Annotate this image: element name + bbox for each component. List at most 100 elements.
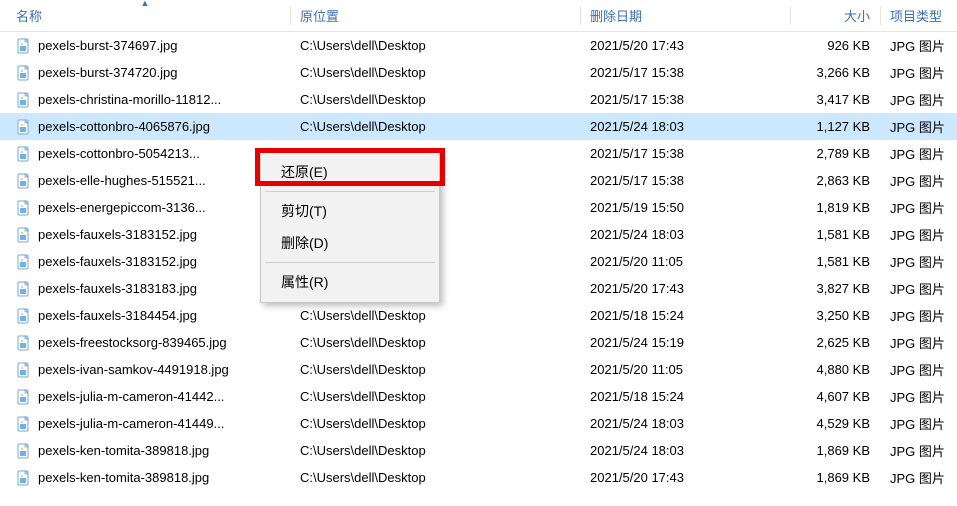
file-name: pexels-burst-374697.jpg: [38, 38, 177, 53]
header-size[interactable]: 大小: [790, 0, 880, 31]
file-date: 2021/5/24 18:03: [580, 443, 790, 458]
table-row[interactable]: pexels-julia-m-cameron-41449...C:\Users\…: [0, 410, 957, 437]
file-name: pexels-cottonbro-4065876.jpg: [38, 119, 210, 134]
file-type: JPG 图片: [880, 171, 957, 190]
table-row[interactable]: pexels-energepiccom-3136...C:\Users\dell…: [0, 194, 957, 221]
image-file-icon: [16, 173, 32, 189]
file-type: JPG 图片: [880, 333, 957, 352]
file-location: C:\Users\dell\Desktop: [290, 119, 580, 134]
image-file-icon: [16, 281, 32, 297]
ctx-separator: [265, 262, 435, 263]
header-name[interactable]: ▲ 名称: [0, 0, 290, 31]
table-row[interactable]: pexels-fauxels-3183152.jpgC:\Users\dell\…: [0, 221, 957, 248]
table-row[interactable]: pexels-elle-hughes-515521...C:\Users\del…: [0, 167, 957, 194]
file-size: 1,581 KB: [790, 227, 880, 242]
ctx-restore[interactable]: 还原(E): [263, 156, 437, 188]
file-date: 2021/5/20 17:43: [580, 38, 790, 53]
file-type: JPG 图片: [880, 279, 957, 298]
file-type: JPG 图片: [880, 387, 957, 406]
file-date: 2021/5/17 15:38: [580, 146, 790, 161]
file-size: 1,869 KB: [790, 470, 880, 485]
table-row[interactable]: pexels-ivan-samkov-4491918.jpg C:\Users\d…: [0, 356, 957, 383]
file-date: 2021/5/17 15:38: [580, 65, 790, 80]
table-row[interactable]: pexels-cottonbro-4065876.jpg C:\Users\del…: [0, 113, 957, 140]
table-row[interactable]: pexels-julia-m-cameron-41442... C:\Users\…: [0, 383, 957, 410]
table-row[interactable]: pexels-christina-morillo-11812...C:\User…: [0, 86, 957, 113]
file-type: JPG 图片: [880, 468, 957, 487]
file-date: 2021/5/18 15:24: [580, 308, 790, 323]
header-date-label: 删除日期: [590, 6, 642, 25]
file-name: pexels-freestocksorg-839465.jpg: [38, 335, 227, 350]
header-type-label: 项目类型: [890, 6, 942, 25]
table-row[interactable]: pexels-burst-374720.jpgC:\Users\dell\Des…: [0, 59, 957, 86]
file-type: JPG 图片: [880, 198, 957, 217]
file-size: 3,250 KB: [790, 308, 880, 323]
table-row[interactable]: pexels-cottonbro-5054213...C:\Users\dell…: [0, 140, 957, 167]
ctx-properties[interactable]: 属性(R): [263, 266, 437, 298]
table-row[interactable]: pexels-fauxels-3183183.jpgC:\Users\dell\…: [0, 275, 957, 302]
file-date: 2021/5/24 15:19: [580, 335, 790, 350]
context-menu: 还原(E) 剪切(T) 删除(D) 属性(R): [260, 151, 440, 303]
file-date: 2021/5/18 15:24: [580, 389, 790, 404]
header-date-deleted[interactable]: 删除日期: [580, 0, 790, 31]
file-name: pexels-ivan-samkov-4491918.jpg: [38, 362, 229, 377]
file-type: JPG 图片: [880, 36, 957, 55]
file-date: 2021/5/20 17:43: [580, 281, 790, 296]
file-date: 2021/5/20 17:43: [580, 470, 790, 485]
file-list: ▲ 名称 原位置 删除日期 大小 项目类型 pexels-burst-37469…: [0, 0, 957, 491]
table-row[interactable]: pexels-freestocksorg-839465.jpg C:\Users\…: [0, 329, 957, 356]
file-type: JPG 图片: [880, 441, 957, 460]
file-location: C:\Users\dell\Desktop: [290, 389, 580, 404]
file-name: pexels-cottonbro-5054213...: [38, 146, 200, 161]
image-file-icon: [16, 227, 32, 243]
file-date: 2021/5/24 18:03: [580, 416, 790, 431]
file-type: JPG 图片: [880, 414, 957, 433]
file-date: 2021/5/17 15:38: [580, 173, 790, 188]
file-date: 2021/5/19 15:50: [580, 200, 790, 215]
column-headers: ▲ 名称 原位置 删除日期 大小 项目类型: [0, 0, 957, 32]
file-name: pexels-julia-m-cameron-41442...: [38, 389, 224, 404]
table-row[interactable]: pexels-ken-tomita-389818.jpgC:\Users\del…: [0, 464, 957, 491]
file-type: JPG 图片: [880, 90, 957, 109]
file-size: 3,827 KB: [790, 281, 880, 296]
file-size: 3,266 KB: [790, 65, 880, 80]
file-location: C:\Users\dell\Desktop: [290, 362, 580, 377]
ctx-delete[interactable]: 删除(D): [263, 227, 437, 259]
header-item-type[interactable]: 项目类型: [880, 0, 957, 31]
table-row[interactable]: pexels-ken-tomita-389818.jpgC:\Users\del…: [0, 437, 957, 464]
file-size: 1,127 KB: [790, 119, 880, 134]
image-file-icon: [16, 308, 32, 324]
image-file-icon: [16, 200, 32, 216]
file-size: 1,819 KB: [790, 200, 880, 215]
file-name: pexels-fauxels-3184454.jpg: [38, 308, 197, 323]
file-location: C:\Users\dell\Desktop: [290, 335, 580, 350]
file-date: 2021/5/24 18:03: [580, 227, 790, 242]
file-name: pexels-fauxels-3183152.jpg: [38, 254, 197, 269]
header-loc-label: 原位置: [300, 6, 339, 25]
file-date: 2021/5/20 11:05: [580, 362, 790, 377]
file-size: 3,417 KB: [790, 92, 880, 107]
header-size-label: 大小: [844, 6, 870, 25]
file-name: pexels-ken-tomita-389818.jpg: [38, 443, 209, 458]
table-row[interactable]: pexels-fauxels-3184454.jpgC:\Users\dell\…: [0, 302, 957, 329]
file-size: 4,529 KB: [790, 416, 880, 431]
file-date: 2021/5/20 11:05: [580, 254, 790, 269]
file-location: C:\Users\dell\Desktop: [290, 416, 580, 431]
image-file-icon: [16, 119, 32, 135]
table-row[interactable]: pexels-fauxels-3183152.jpgC:\Users\dell\…: [0, 248, 957, 275]
file-size: 2,863 KB: [790, 173, 880, 188]
file-location: C:\Users\dell\Desktop: [290, 92, 580, 107]
header-name-label: 名称: [16, 6, 42, 25]
file-size: 4,607 KB: [790, 389, 880, 404]
image-file-icon: [16, 92, 32, 108]
file-date: 2021/5/24 18:03: [580, 119, 790, 134]
header-original-location[interactable]: 原位置: [290, 0, 580, 31]
file-name: pexels-fauxels-3183152.jpg: [38, 227, 197, 242]
image-file-icon: [16, 389, 32, 405]
file-type: JPG 图片: [880, 63, 957, 82]
image-file-icon: [16, 254, 32, 270]
image-file-icon: [16, 362, 32, 378]
file-type: JPG 图片: [880, 252, 957, 271]
ctx-cut[interactable]: 剪切(T): [263, 195, 437, 227]
table-row[interactable]: pexels-burst-374697.jpgC:\Users\dell\Des…: [0, 32, 957, 59]
